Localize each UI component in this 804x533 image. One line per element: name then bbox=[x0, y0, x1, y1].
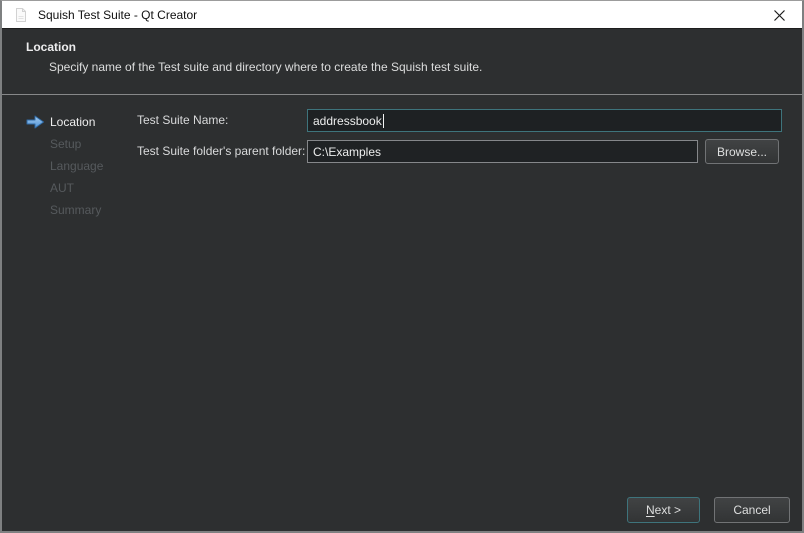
step-setup: Setup bbox=[2, 133, 134, 155]
step-label: Summary bbox=[50, 203, 101, 217]
close-icon bbox=[773, 9, 786, 22]
step-aut: AUT bbox=[2, 177, 134, 199]
step-language: Language bbox=[2, 155, 134, 177]
step-summary: Summary bbox=[2, 199, 134, 221]
wizard-header: Location Specify name of the Test suite … bbox=[2, 30, 802, 95]
step-label: Setup bbox=[50, 137, 81, 151]
parent-folder-label: Test Suite folder's parent folder: bbox=[137, 140, 305, 163]
close-button[interactable] bbox=[759, 1, 799, 29]
test-suite-name-input[interactable]: addressbook bbox=[307, 109, 782, 132]
step-label: Location bbox=[50, 115, 95, 129]
wizard-dialog: Squish Test Suite - Qt Creator Location … bbox=[0, 0, 804, 533]
browse-button[interactable]: Browse... bbox=[705, 139, 779, 164]
next-button-mnemonic: N bbox=[646, 503, 655, 517]
cancel-button[interactable]: Cancel bbox=[714, 497, 790, 523]
wizard-steps: Location Setup Language AUT Summary bbox=[2, 111, 134, 221]
next-button[interactable]: Next > bbox=[627, 497, 700, 523]
step-label: AUT bbox=[50, 181, 74, 195]
test-suite-name-value: addressbook bbox=[313, 114, 382, 128]
window-title: Squish Test Suite - Qt Creator bbox=[38, 8, 197, 22]
page-title: Location bbox=[26, 40, 76, 54]
step-label: Language bbox=[50, 159, 103, 173]
parent-folder-value: C:\Examples bbox=[313, 145, 381, 159]
app-document-icon bbox=[13, 7, 29, 23]
test-suite-name-label: Test Suite Name: bbox=[137, 109, 228, 132]
arrow-right-icon bbox=[26, 115, 45, 129]
next-button-label: ext > bbox=[655, 503, 681, 517]
titlebar[interactable]: Squish Test Suite - Qt Creator bbox=[2, 1, 802, 29]
text-caret bbox=[383, 114, 384, 128]
parent-folder-input[interactable]: C:\Examples bbox=[307, 140, 698, 163]
step-location: Location bbox=[2, 111, 134, 133]
page-subtitle: Specify name of the Test suite and direc… bbox=[49, 60, 482, 74]
